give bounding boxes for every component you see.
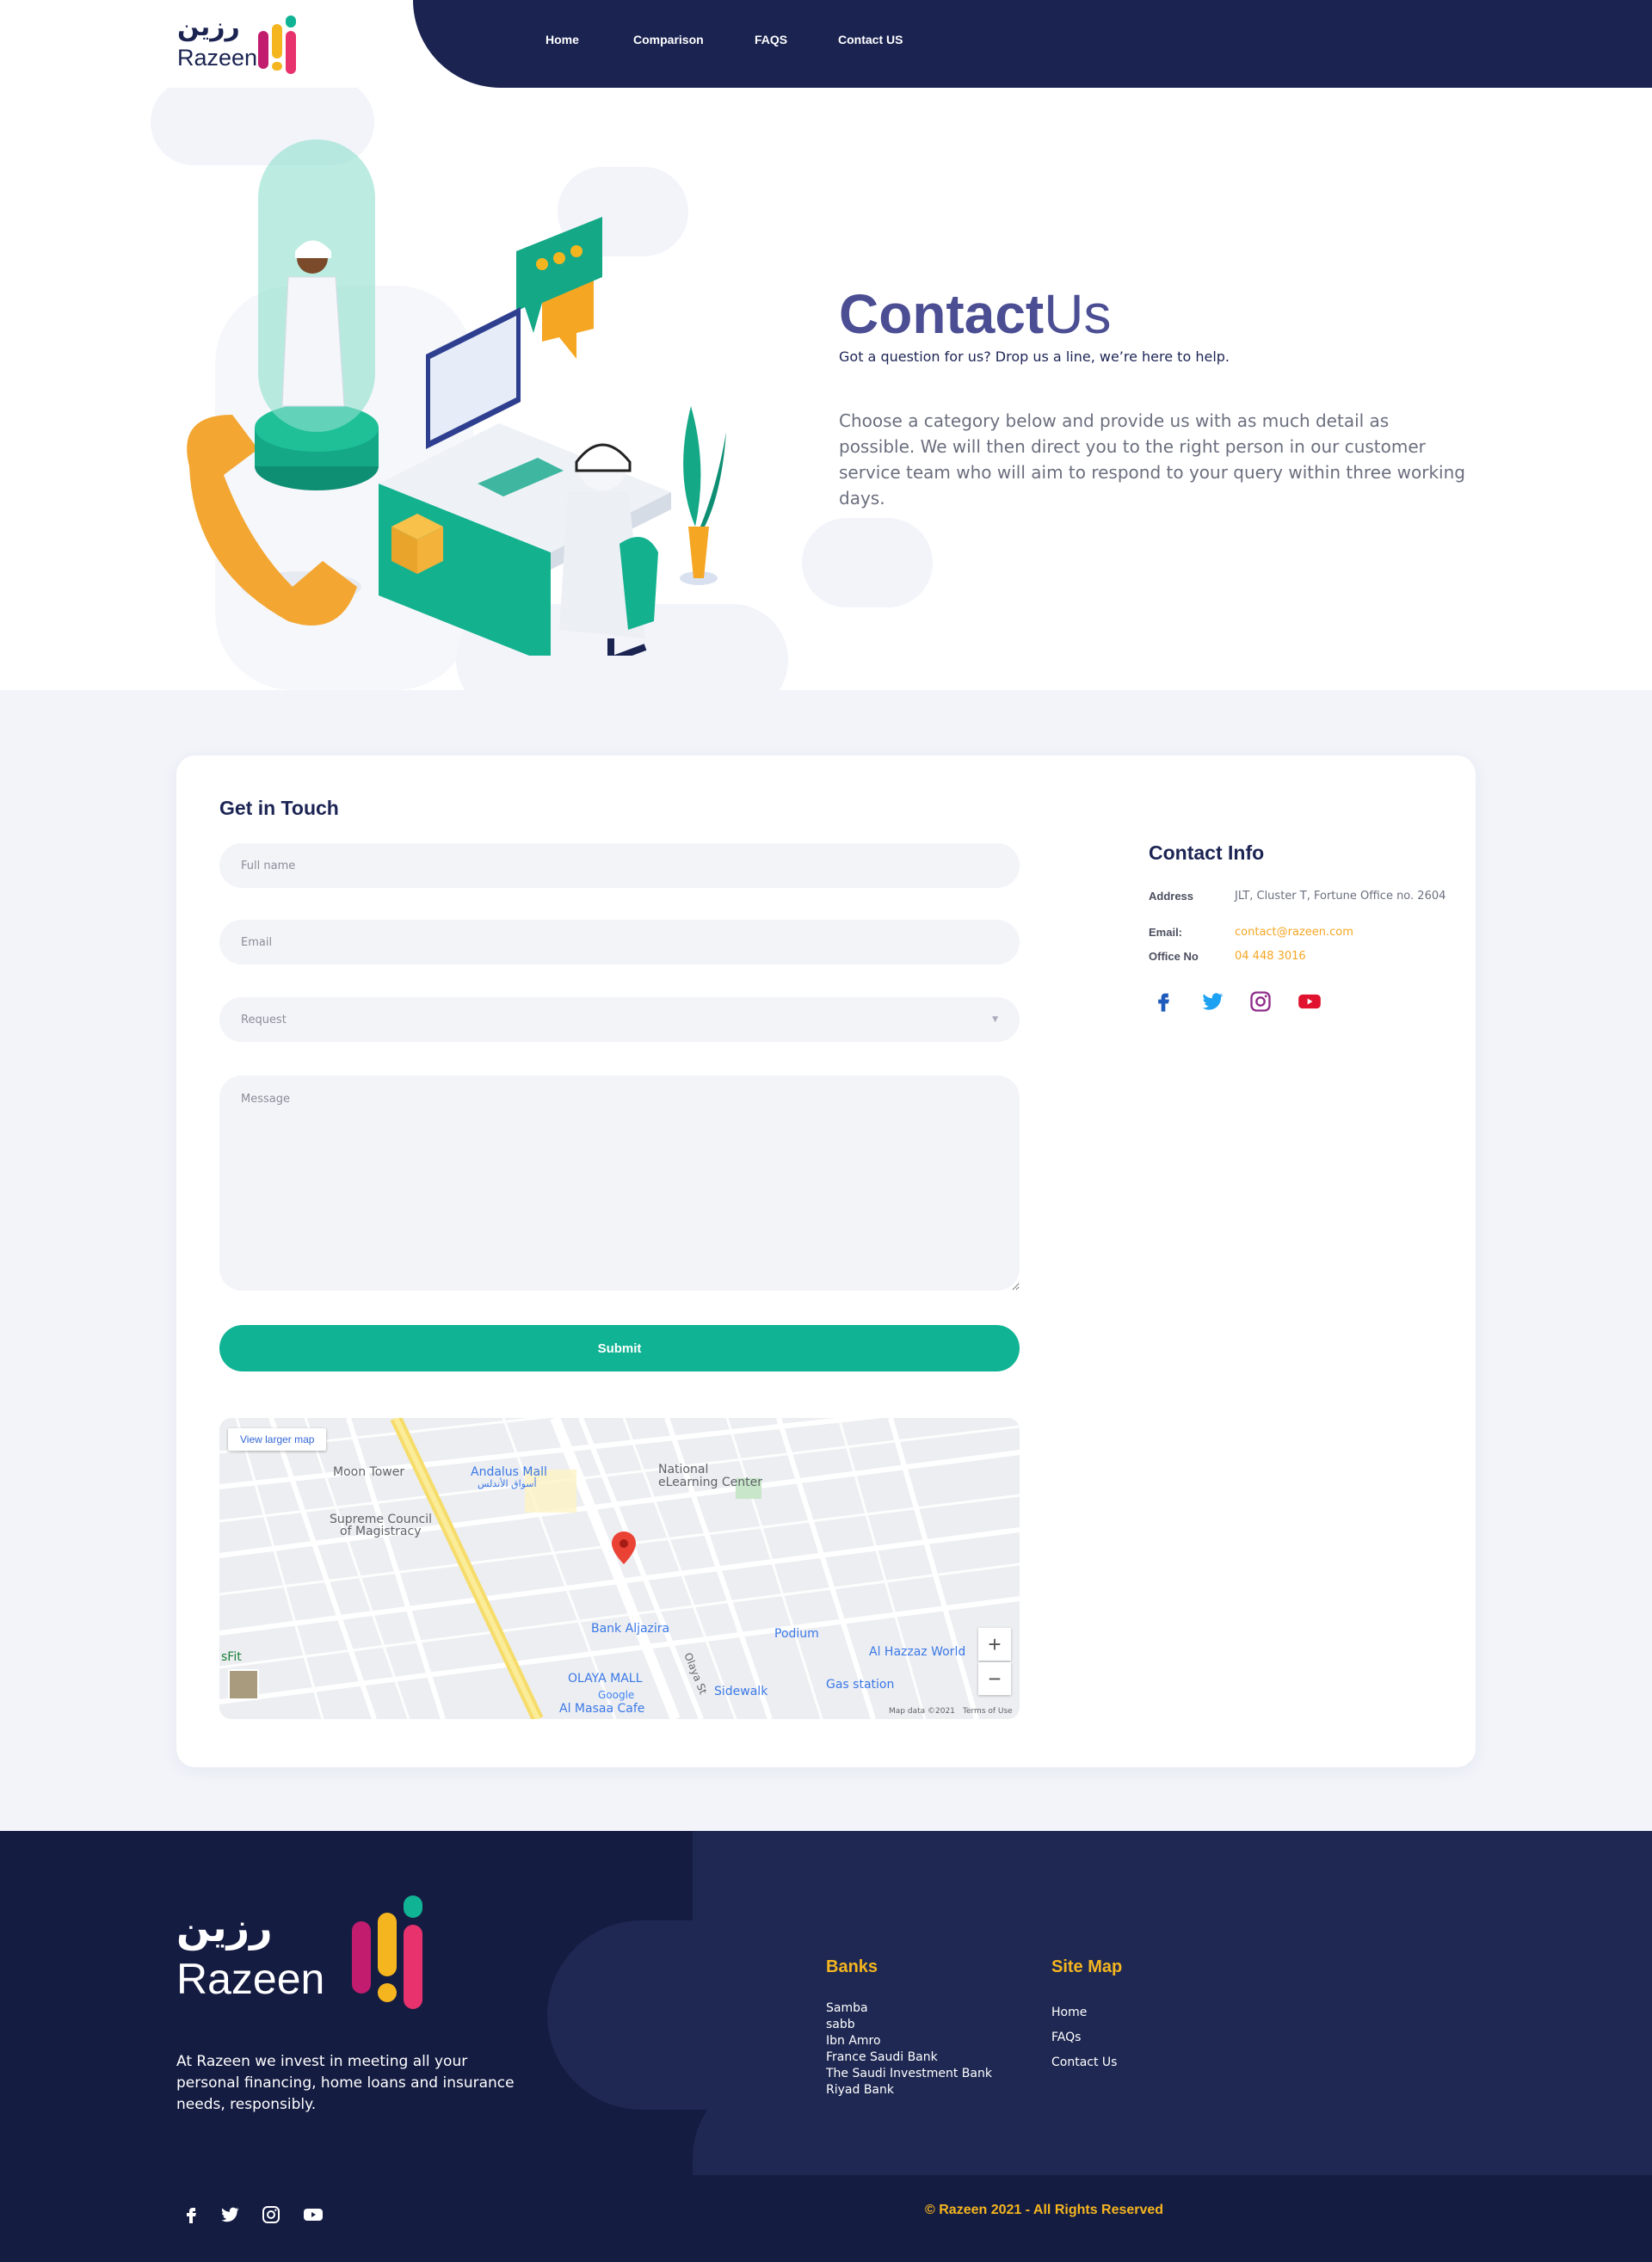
footer-logo-mark: [348, 1895, 443, 2025]
nav-comparison[interactable]: Comparison: [633, 33, 704, 46]
office-label: Office No: [1149, 950, 1199, 963]
bank-link-france-saudi[interactable]: France Saudi Bank: [826, 2050, 938, 2064]
map-label-moon-tower: Moon Tower: [333, 1465, 405, 1479]
footer-logo-wordmark-en: Razeen: [176, 1955, 325, 2003]
map-label-alhazzaz: Al Hazzaz World: [869, 1645, 966, 1659]
map-google-logo: Google: [598, 1689, 635, 1701]
map-label-andalus-mall: Andalus Mall: [471, 1465, 547, 1479]
view-larger-map-link[interactable]: View larger map: [228, 1428, 327, 1451]
page-title-light: Us: [1044, 283, 1112, 345]
request-select-value: Request: [241, 1013, 287, 1026]
form-title: Get in Touch: [219, 797, 339, 819]
logo-wordmark-ar: رزين: [177, 12, 240, 42]
message-textarea[interactable]: [219, 1076, 1020, 1291]
zoom-out-button[interactable]: −: [978, 1662, 1011, 1695]
footer-logo[interactable]: رزين Razeen: [176, 1895, 443, 2025]
footer-facebook-icon[interactable]: [181, 2204, 201, 2225]
contact-info-title: Contact Info: [1149, 841, 1265, 864]
map-data-credit: Map data ©2021: [889, 1707, 955, 1716]
map-label-andalus-mall-ar: أسواق الأندلس: [478, 1478, 537, 1489]
sitemap-heading: Site Map: [1051, 1957, 1123, 1976]
map-pin-icon: [612, 1532, 636, 1564]
support-illustration: [187, 139, 726, 656]
chevron-down-icon: ▼: [992, 1015, 998, 1024]
zoom-in-button[interactable]: +: [978, 1628, 1011, 1661]
nav-bar: [413, 0, 1652, 88]
fullname-input[interactable]: [219, 843, 1020, 888]
office-phone[interactable]: 04 448 3016: [1235, 950, 1306, 963]
footer-twitter-icon[interactable]: [219, 2204, 240, 2225]
hero-section: [0, 88, 1652, 690]
submit-button[interactable]: Submit: [219, 1325, 1020, 1371]
youtube-icon[interactable]: [1298, 989, 1322, 1014]
copyright-text: © Razeen 2021 - All Rights Reserved: [925, 2203, 1164, 2217]
page-title: ContactUs: [839, 282, 1111, 346]
sitemap-link-contact[interactable]: Contact Us: [1051, 2056, 1117, 2069]
satellite-toggle[interactable]: [228, 1669, 259, 1700]
map-terms-link[interactable]: Terms of Use: [963, 1707, 1013, 1716]
bank-link-samba[interactable]: Samba: [826, 2001, 868, 2015]
banks-heading: Banks: [826, 1957, 878, 1976]
instagram-icon[interactable]: [1248, 989, 1273, 1014]
location-map[interactable]: View larger map Moon Tower Andalus Mall …: [219, 1418, 1020, 1719]
request-select[interactable]: Request ▼: [219, 997, 1020, 1042]
footer-about: At Razeen we invest in meeting all your …: [176, 2053, 515, 2113]
map-label-olaya-mall: OLAYA MALL: [568, 1672, 643, 1686]
map-label-almasaa: Al Masaa Cafe: [559, 1702, 645, 1716]
facebook-icon[interactable]: [1151, 989, 1175, 1014]
address-label: Address: [1149, 890, 1194, 903]
bank-link-riyad[interactable]: Riyad Bank: [826, 2083, 894, 2097]
nav-faqs[interactable]: FAQS: [755, 33, 787, 46]
nav-home[interactable]: Home: [546, 33, 579, 46]
page-description: Choose a category below and provide us w…: [839, 410, 1465, 508]
map-label-podium: Podium: [774, 1627, 819, 1641]
bank-link-ibn-amro[interactable]: Ibn Amro: [826, 2034, 881, 2048]
footer-instagram-icon[interactable]: [261, 2204, 281, 2225]
map-label-magistracy: of Magistracy: [340, 1525, 422, 1538]
map-label-gas-station: Gas station: [826, 1678, 895, 1692]
page-title-bold: Contact: [839, 283, 1045, 345]
page-subtitle: Got a question for us? Drop us a line, w…: [839, 348, 1230, 365]
map-label-sidewalk: Sidewalk: [714, 1685, 768, 1698]
footer-logo-wordmark-ar: رزين: [176, 1904, 273, 1951]
logo-mark: [256, 15, 308, 83]
map-label-elearning: eLearning Center: [658, 1476, 762, 1489]
map-label-fit: sFit: [221, 1650, 242, 1664]
address-value: JLT, Cluster T, Fortune Office no. 2604: [1235, 890, 1446, 903]
sitemap-link-faqs[interactable]: FAQs: [1051, 2031, 1081, 2044]
twitter-icon[interactable]: [1200, 989, 1224, 1014]
bank-link-sabb[interactable]: sabb: [826, 2018, 855, 2031]
footer-youtube-icon[interactable]: [303, 2204, 324, 2225]
logo-wordmark-en: Razeen: [177, 45, 258, 71]
nav-contact[interactable]: Contact US: [838, 33, 903, 46]
email-input[interactable]: [219, 920, 1020, 965]
email-label: Email:: [1149, 926, 1183, 939]
map-label-national: National: [658, 1463, 709, 1476]
logo[interactable]: رزين Razeen: [177, 12, 315, 83]
sitemap-link-home[interactable]: Home: [1051, 2006, 1087, 2019]
email-link[interactable]: contact@razeen.com: [1235, 926, 1353, 939]
map-label-bank-aljazira: Bank Aljazira: [591, 1622, 670, 1636]
bank-link-saudi-investment[interactable]: The Saudi Investment Bank: [826, 2067, 992, 2080]
